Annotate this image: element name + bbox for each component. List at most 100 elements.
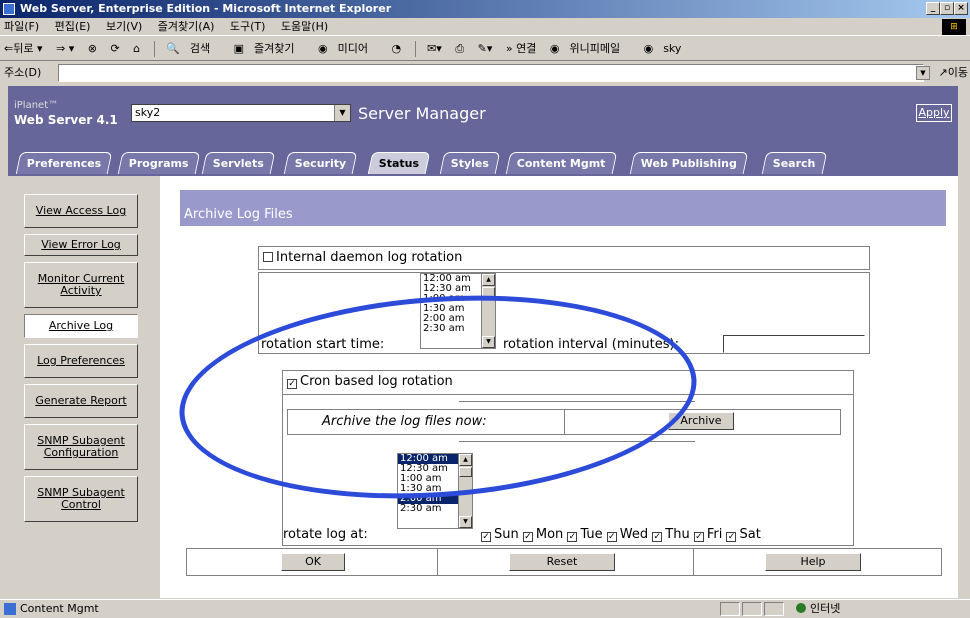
scroll-thumb[interactable] xyxy=(482,287,495,297)
checkbox-checked-icon: ✓ xyxy=(652,532,663,542)
refresh-icon[interactable]: ⟳ xyxy=(110,42,119,55)
sidebar-item-archive-log[interactable]: Archive Log xyxy=(24,314,138,338)
ie-app-icon xyxy=(3,3,15,15)
tab-content-mgmt[interactable]: Content Mgmt xyxy=(505,152,617,174)
mail-icon[interactable]: ✉▾ xyxy=(427,42,442,55)
browser-toolbar: ⇐뒤로 ▾ ⇒ ▾ ⊗ ⟳ ⌂ 🔍 검색 ▣ 즐겨찾기 ◉ 미디어 ◔ ✉▾ ⎙ ✎▾… xyxy=(0,37,970,61)
status-pane xyxy=(720,602,740,616)
history-icon[interactable]: ◔ xyxy=(391,42,401,55)
checkbox-checked-icon: ✓ xyxy=(693,532,704,542)
ok-button[interactable]: OK xyxy=(281,553,345,571)
maximize-icon[interactable]: ▫ xyxy=(940,2,954,15)
tab-security[interactable]: Security xyxy=(283,152,358,174)
go-button[interactable]: ↗이동 xyxy=(939,62,968,84)
day-label: Fri xyxy=(706,527,723,542)
tab-programs[interactable]: Programs xyxy=(117,152,201,174)
day-checkbox-wed[interactable]: ✓ Wed xyxy=(606,527,648,542)
checkbox-checked-icon: ✓ xyxy=(481,532,491,542)
address-dropdown-icon[interactable]: ▼ xyxy=(916,66,930,80)
link-hanmail[interactable]: ◉ 위니피메일 xyxy=(550,42,630,55)
scroll-up-icon[interactable]: ▲ xyxy=(482,274,495,286)
day-checkbox-sun[interactable]: ✓ Sun xyxy=(481,527,519,542)
menu-favorites[interactable]: 즐겨찾기(A) xyxy=(158,20,215,33)
back-button[interactable]: ⇐뒤로 ▾ xyxy=(4,42,42,55)
day-checkbox-thu[interactable]: ✓ Thu xyxy=(652,527,690,542)
tab-styles[interactable]: Styles xyxy=(439,152,501,174)
sidebar-item-view-access-log[interactable]: View Access Log xyxy=(24,194,138,228)
close-icon[interactable]: × xyxy=(954,2,968,15)
window-title: Web Server, Enterprise Edition - Microso… xyxy=(20,2,392,15)
globe-icon xyxy=(796,603,806,613)
sidebar-item-snmp-subagent-control[interactable]: SNMP Subagent Control xyxy=(24,476,138,522)
internal-rotation-checkbox[interactable]: Internal daemon log rotation xyxy=(263,250,462,265)
address-input[interactable] xyxy=(58,64,924,82)
page-title: Server Manager xyxy=(358,104,486,123)
menu-file[interactable]: 파일(F) xyxy=(4,20,39,33)
rotation-start-time-list[interactable]: 12:00 am 12:30 am 1:00 am 1:30 am 2:00 a… xyxy=(420,273,496,349)
cron-rotation-label: Cron based log rotation xyxy=(300,374,453,389)
day-label: Tue xyxy=(580,527,603,542)
help-button[interactable]: Help xyxy=(765,553,861,571)
tab-servlets[interactable]: Servlets xyxy=(201,152,276,174)
edit-icon[interactable]: ✎▾ xyxy=(478,42,493,55)
sidebar-item-view-error-log[interactable]: View Error Log xyxy=(24,234,138,256)
ie-page-icon xyxy=(4,603,16,615)
menu-edit[interactable]: 편집(E) xyxy=(55,20,91,33)
tab-web-publishing[interactable]: Web Publishing xyxy=(629,152,749,174)
menu-tools[interactable]: 도구(T) xyxy=(230,20,266,33)
apply-button[interactable]: Apply xyxy=(916,104,952,122)
status-text: Content Mgmt xyxy=(20,602,99,615)
minimize-icon[interactable]: _ xyxy=(926,2,940,15)
cron-rotation-checkbox[interactable]: ✓ Cron based log rotation xyxy=(287,374,453,389)
forward-button[interactable]: ⇒ ▾ xyxy=(56,42,74,55)
link2-label: sky xyxy=(663,42,682,55)
internal-rotation-body: rotation start time: 12:00 am 12:30 am 1… xyxy=(258,272,870,354)
server-select[interactable]: sky2 ▼ xyxy=(131,104,351,122)
day-label: Sat xyxy=(739,527,761,542)
menu-help[interactable]: 도움말(H) xyxy=(281,20,328,33)
stop-icon[interactable]: ⊗ xyxy=(88,42,97,55)
print-icon[interactable]: ⎙ xyxy=(455,42,464,55)
day-label: Mon xyxy=(535,527,564,542)
favorites-label: 즐겨찾기 xyxy=(254,42,295,55)
sidebar-item-generate-report[interactable]: Generate Report xyxy=(24,384,138,418)
menu-view[interactable]: 보기(V) xyxy=(106,20,142,33)
scroll-thumb[interactable] xyxy=(459,467,472,477)
list-scrollbar[interactable]: ▲ ▼ xyxy=(481,274,495,348)
search-button[interactable]: 🔍 검색 xyxy=(166,42,220,55)
brand-top: iPlanet™ xyxy=(14,100,59,111)
reset-button[interactable]: Reset xyxy=(509,553,615,571)
ie-page-icon: ◉ xyxy=(643,42,654,55)
internal-rotation-label: Internal daemon log rotation xyxy=(276,250,463,265)
link-sky[interactable]: ◉ sky xyxy=(644,42,692,55)
divider xyxy=(693,549,694,575)
day-checkbox-sat[interactable]: ✓ Sat xyxy=(726,527,761,542)
search-label: 검색 xyxy=(189,42,211,55)
sidebar-item-monitor-current-activity[interactable]: Monitor Current Activity xyxy=(24,262,138,308)
day-label: Sun xyxy=(494,527,519,542)
day-checkbox-tue[interactable]: ✓ Tue xyxy=(567,527,603,542)
day-checkbox-fri[interactable]: ✓ Fri xyxy=(693,527,723,542)
archive-button[interactable]: Archive xyxy=(668,412,734,430)
scroll-down-icon[interactable]: ▼ xyxy=(459,516,472,528)
rotation-start-label: rotation start time: xyxy=(261,337,385,352)
favorites-button[interactable]: ▣ 즐겨찾기 xyxy=(234,42,305,55)
day-checkboxes: ✓ Sun ✓ Mon ✓ Tue ✓ Wed ✓ Thu ✓ Fri ✓ Sat xyxy=(481,527,761,542)
tab-preferences[interactable]: Preferences xyxy=(15,152,113,174)
sidebar-item-snmp-subagent-configuration[interactable]: SNMP Subagent Configuration xyxy=(24,424,138,470)
scroll-down-icon[interactable]: ▼ xyxy=(482,336,495,348)
day-label: Thu xyxy=(665,527,690,542)
home-icon[interactable]: ⌂ xyxy=(133,42,140,55)
scroll-up-icon[interactable]: ▲ xyxy=(459,454,472,466)
media-button[interactable]: ◉ 미디어 xyxy=(318,42,378,55)
sidebar-item-log-preferences[interactable]: Log Preferences xyxy=(24,344,138,378)
rotation-interval-input[interactable] xyxy=(723,335,865,353)
tab-search[interactable]: Search xyxy=(761,152,827,174)
cron-rotate-time-list[interactable]: 12:00 am 12:30 am 1:00 am 1:30 am 2:00 a… xyxy=(397,453,473,529)
day-checkbox-mon[interactable]: ✓ Mon xyxy=(522,527,564,542)
zone-label: 인터넷 xyxy=(810,602,841,615)
list-scrollbar[interactable]: ▲ ▼ xyxy=(458,454,472,528)
tab-status[interactable]: Status xyxy=(367,152,431,174)
link1-label: 위니피메일 xyxy=(569,42,621,55)
checkbox-checked-icon: ✓ xyxy=(606,532,617,542)
